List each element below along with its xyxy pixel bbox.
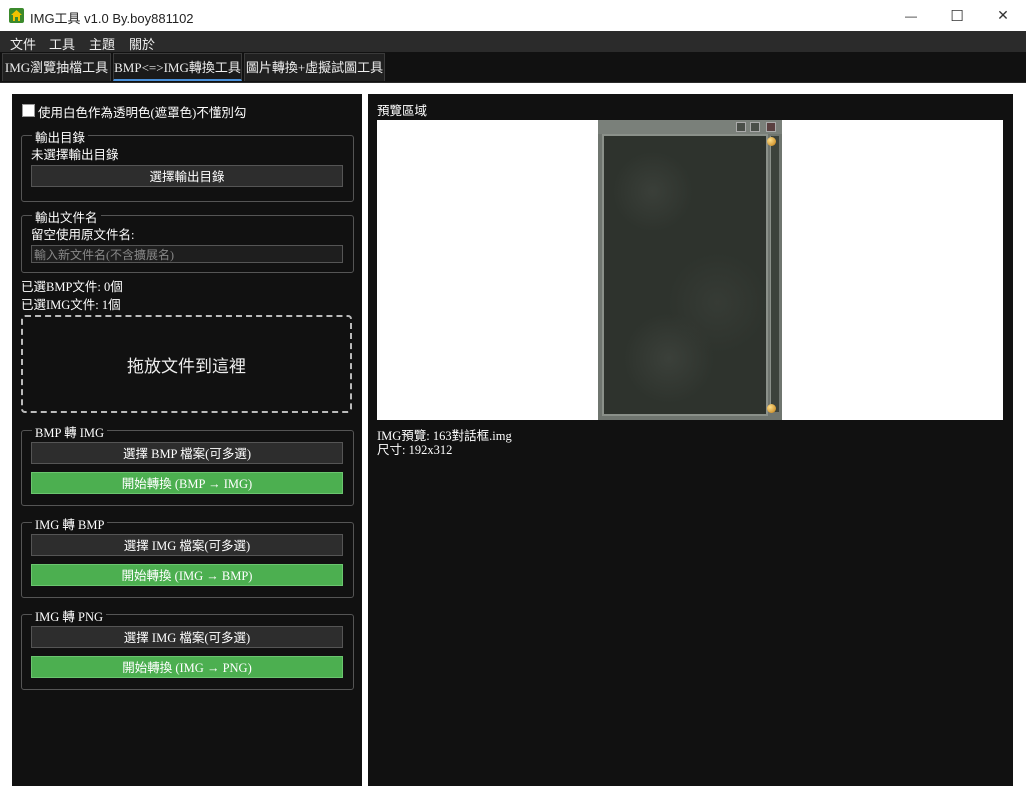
menu-theme[interactable]: 主題 xyxy=(89,34,115,53)
scroll-down-orb-icon xyxy=(767,404,776,413)
maximize-icon: ☐ xyxy=(950,7,964,25)
preview-title: 預覽區域 xyxy=(377,104,428,118)
selected-bmp-count: 已選BMP文件: 0個 xyxy=(21,280,123,294)
img-to-bmp-group: IMG 轉 BMP 選擇 IMG 檔案(可多選) 開始轉換 (IMG → BMP… xyxy=(21,514,354,598)
menu-about[interactable]: 關於 xyxy=(129,34,155,53)
minimize-icon: — xyxy=(905,8,917,23)
preview-canvas xyxy=(377,120,1003,420)
menu-file[interactable]: 文件 xyxy=(10,34,36,53)
select-output-dir-button[interactable]: 選擇輸出目錄 xyxy=(31,165,343,187)
maximize-button[interactable]: ☐ xyxy=(934,0,980,31)
frame-button-icon xyxy=(736,122,746,132)
dialog-frame-body xyxy=(602,134,768,416)
frame-button-icon xyxy=(750,122,760,132)
preview-panel: 預覽區域 IMG預覽: 163對話框.img 尺寸: 192x312 xyxy=(368,94,1013,786)
menu-tools[interactable]: 工具 xyxy=(49,34,75,53)
converter-panel: 使用白色作為透明色(遮罩色)不懂別勾 輸出目錄 未選擇輸出目錄 選擇輸出目錄 輸… xyxy=(12,94,362,786)
dialog-frame-scrollrail xyxy=(770,136,779,412)
img-to-png-legend: IMG 轉 PNG xyxy=(32,606,107,625)
select-img-for-png-button[interactable]: 選擇 IMG 檔案(可多選) xyxy=(31,626,343,648)
select-img-for-bmp-button[interactable]: 選擇 IMG 檔案(可多選) xyxy=(31,534,343,556)
window-title: IMG工具 v1.0 By.boy881102 xyxy=(30,11,194,26)
transparent-color-label: 使用白色作為透明色(遮罩色)不懂別勾 xyxy=(38,106,247,120)
transparent-color-checkbox[interactable] xyxy=(22,104,35,117)
start-img-to-png-button[interactable]: 開始轉換 (IMG → PNG) xyxy=(31,656,343,678)
preview-image xyxy=(598,120,782,420)
start-img-to-bmp-button[interactable]: 開始轉換 (IMG → BMP) xyxy=(31,564,343,586)
minimize-button[interactable]: — xyxy=(888,0,934,31)
output-dir-group: 輸出目錄 未選擇輸出目錄 選擇輸出目錄 xyxy=(21,127,354,202)
img-to-png-group: IMG 轉 PNG 選擇 IMG 檔案(可多選) 開始轉換 (IMG → PNG… xyxy=(21,606,354,690)
output-dir-status: 未選擇輸出目錄 xyxy=(31,148,119,162)
file-dropzone[interactable]: 拖放文件到這裡 xyxy=(21,315,352,413)
tab-bmp-img-converter[interactable]: BMP<=>IMG轉換工具 xyxy=(113,53,242,81)
tab-img-browser[interactable]: IMG瀏覽抽檔工具 xyxy=(2,53,111,81)
bmp-to-img-legend: BMP 轉 IMG xyxy=(32,422,107,441)
tab-image-virtual-tool[interactable]: 圖片轉換+虛擬試圖工具 xyxy=(244,53,385,81)
start-bmp-to-img-button[interactable]: 開始轉換 (BMP → IMG) xyxy=(31,472,343,494)
menu-bar: 文件 工具 主題 關於 xyxy=(0,31,1026,52)
scroll-up-orb-icon xyxy=(767,137,776,146)
preview-dimensions: 尺寸: 192x312 xyxy=(377,443,453,457)
frame-close-icon xyxy=(766,122,776,132)
app-icon xyxy=(9,8,24,23)
close-icon: ✕ xyxy=(997,7,1009,23)
output-name-input[interactable]: 輸入新文件名(不含擴展名) xyxy=(31,245,343,263)
img-to-bmp-legend: IMG 轉 BMP xyxy=(32,514,108,533)
selected-img-count: 已選IMG文件: 1個 xyxy=(21,298,121,312)
content-area: 使用白色作為透明色(遮罩色)不懂別勾 輸出目錄 未選擇輸出目錄 選擇輸出目錄 輸… xyxy=(0,83,1026,800)
output-name-group: 輸出文件名 留空使用原文件名: 輸入新文件名(不含擴展名) xyxy=(21,207,354,273)
output-name-hint: 留空使用原文件名: xyxy=(31,228,135,242)
tab-bar: IMG瀏覽抽檔工具 BMP<=>IMG轉換工具 圖片轉換+虛擬試圖工具 xyxy=(0,52,1026,83)
title-bar: IMG工具 v1.0 By.boy881102 — ☐ ✕ xyxy=(0,0,1026,31)
close-button[interactable]: ✕ xyxy=(980,0,1026,31)
bmp-to-img-group: BMP 轉 IMG 選擇 BMP 檔案(可多選) 開始轉換 (BMP → IMG… xyxy=(21,422,354,506)
select-bmp-button[interactable]: 選擇 BMP 檔案(可多選) xyxy=(31,442,343,464)
